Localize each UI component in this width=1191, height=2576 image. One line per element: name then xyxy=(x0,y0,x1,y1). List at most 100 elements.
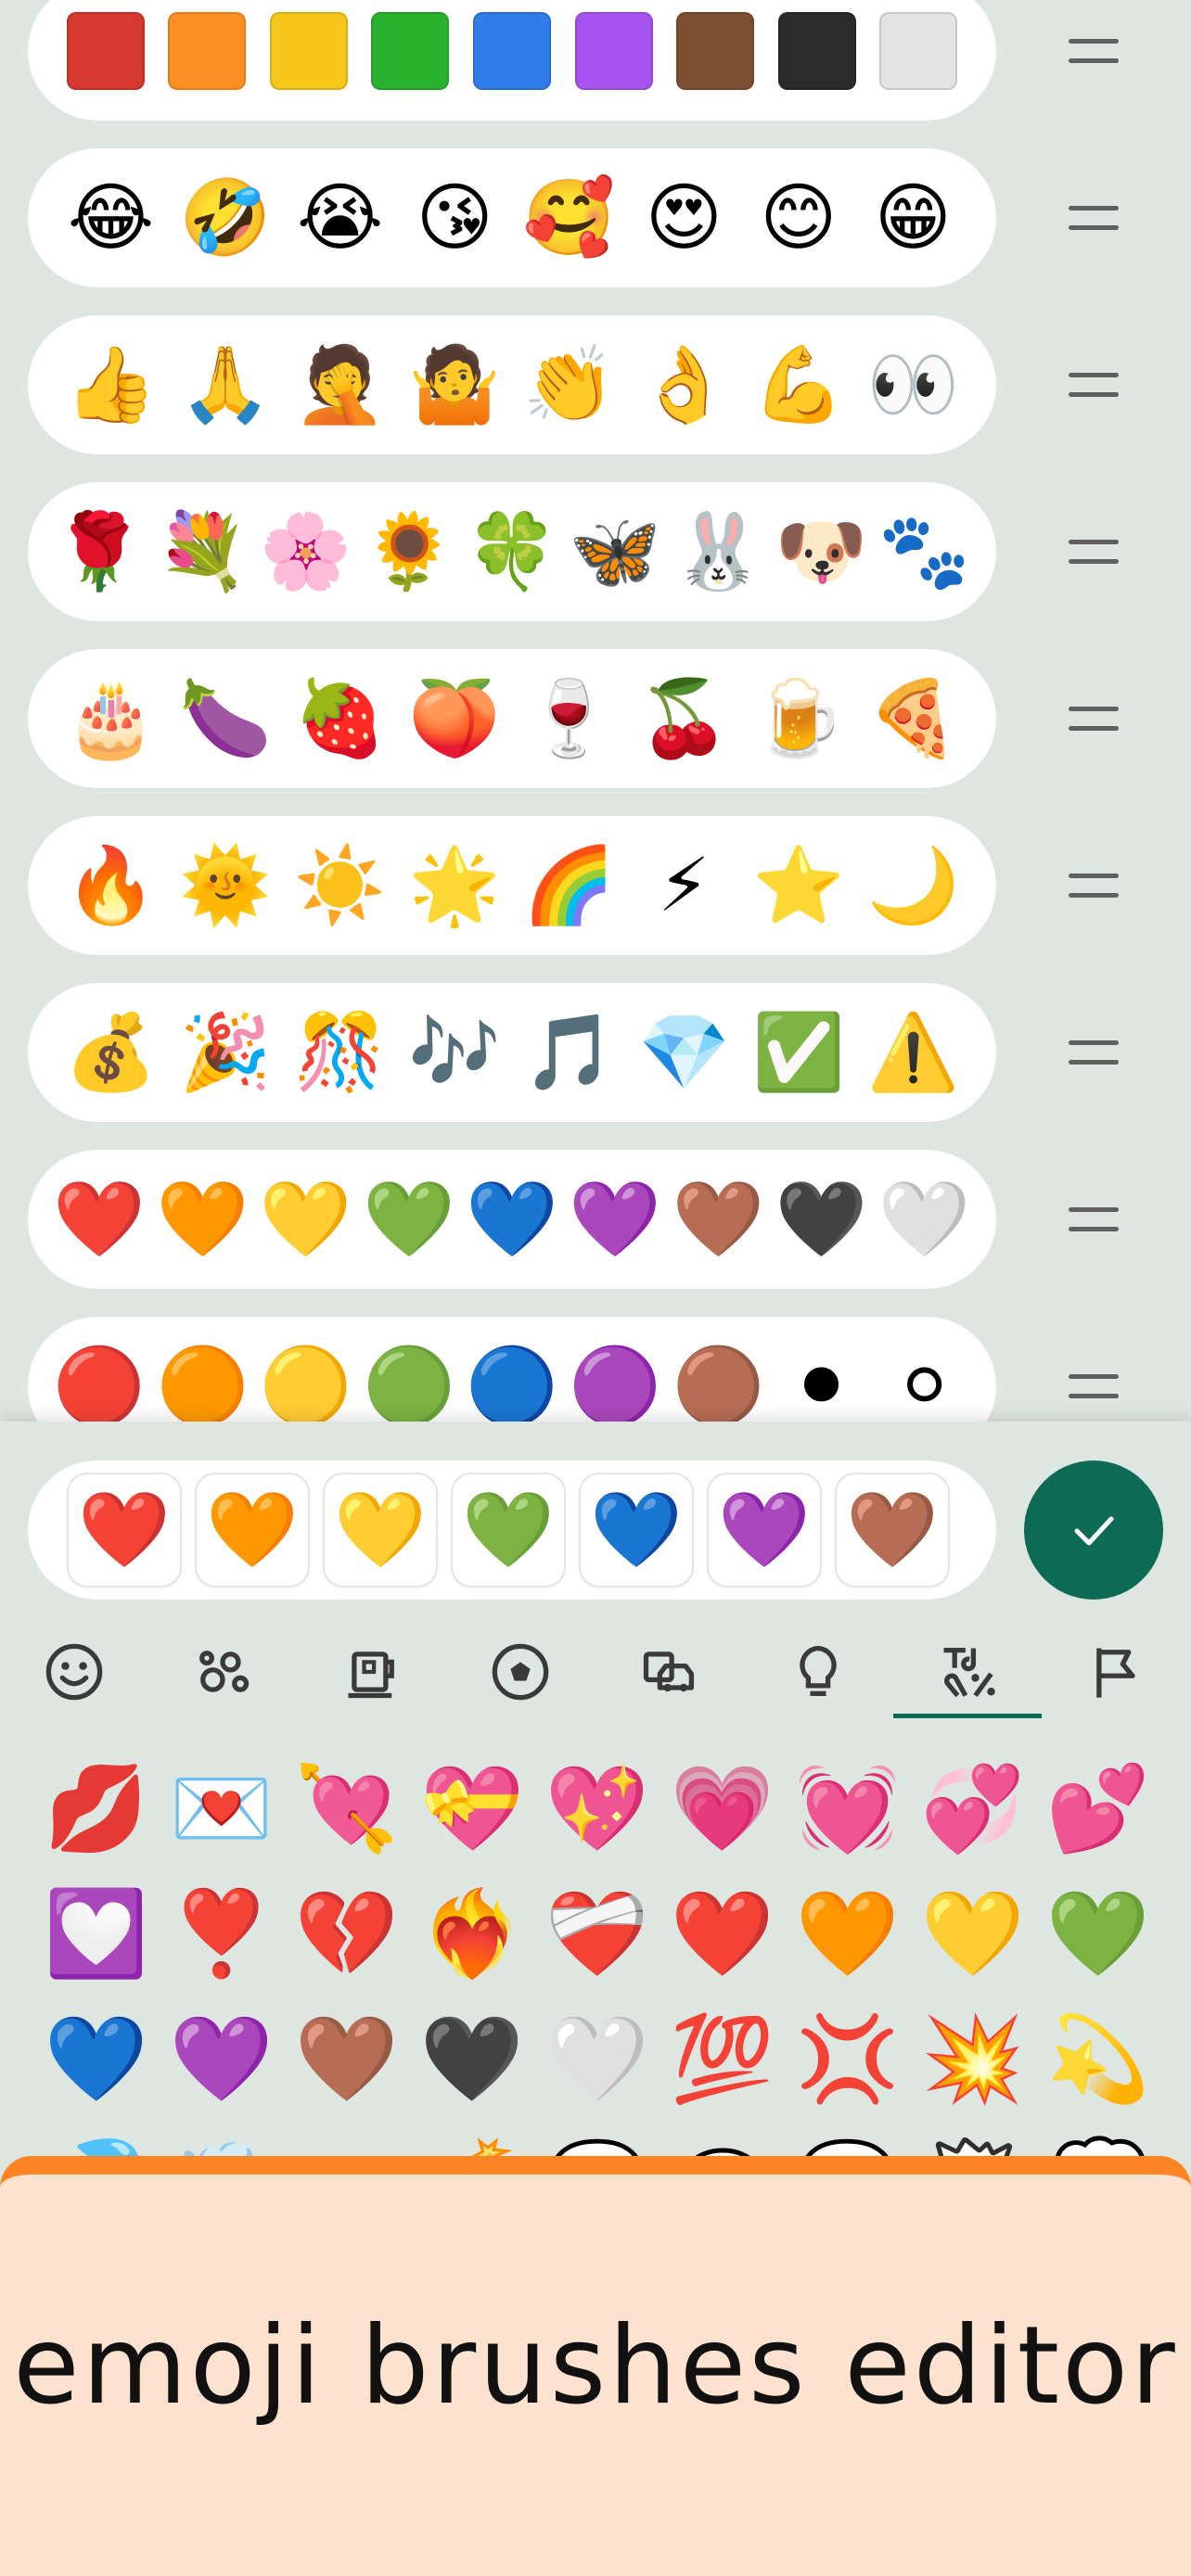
emoji-grid-item[interactable]: 💚 xyxy=(1035,1871,1160,1996)
brush-palette-row[interactable]: 💰 🎉 🎊 🎶 🎵 💎 ✅ ⚠️ xyxy=(28,983,996,1122)
emoji-grid-item[interactable]: ❤️‍🩹 xyxy=(534,1871,660,1996)
emoji-grid-item[interactable]: 🧡 xyxy=(785,1871,910,1996)
tab-smileys[interactable] xyxy=(0,1626,148,1718)
color-swatch xyxy=(66,12,145,90)
drag-handle-icon[interactable] xyxy=(1069,39,1119,63)
selected-emoji-chip[interactable]: 💙 xyxy=(581,1474,692,1586)
emoji-grid-item[interactable]: 💥 xyxy=(910,1996,1035,2122)
emoji-grid-item[interactable]: 🤎 xyxy=(284,1996,409,2122)
drag-handle-icon[interactable] xyxy=(1069,1207,1119,1231)
emoji-grid-item[interactable]: 💙 xyxy=(33,1996,159,2122)
palette-emoji: 🟢 xyxy=(362,1343,455,1429)
emoji-grid-item[interactable]: 💞 xyxy=(910,1746,1035,1871)
emoji-grid-item[interactable]: 💛 xyxy=(910,1871,1035,1996)
emoji-grid-item[interactable]: 💓 xyxy=(785,1746,910,1871)
palette-emoji: 💚 xyxy=(362,1176,455,1262)
drag-handle-icon[interactable] xyxy=(1069,373,1119,397)
palette-emoji: 🖤 xyxy=(775,1176,868,1262)
selected-emoji-chip[interactable]: 🤎 xyxy=(837,1474,948,1586)
emoji-grid-item[interactable]: 💔 xyxy=(284,1871,409,1996)
tab-activities[interactable] xyxy=(446,1626,595,1718)
brush-palette-row[interactable]: ❤️ 🧡 💛 💚 💙 💜 🤎 🖤 🤍 xyxy=(28,1150,996,1289)
palette-emoji: ❤️ xyxy=(53,1176,146,1262)
palette-emoji: 👍 xyxy=(64,341,158,427)
emoji-grid-item[interactable]: ❤️ xyxy=(660,1871,785,1996)
palette-emoji: 🟠 xyxy=(156,1343,250,1429)
drag-handle-icon[interactable] xyxy=(1069,874,1119,898)
color-swatch xyxy=(371,12,450,90)
emoji-grid-item[interactable]: 💯 xyxy=(660,1996,785,2122)
palette-emoji: 🌟 xyxy=(408,842,501,928)
palette-emoji: 🟤 xyxy=(672,1343,765,1429)
tab-travel[interactable] xyxy=(596,1626,744,1718)
emoji-grid-item[interactable]: 💟 xyxy=(33,1871,159,1996)
palette-emoji: ⭐ xyxy=(752,842,845,928)
palette-emoji: 💛 xyxy=(259,1176,352,1262)
palette-emoji: 🌹 xyxy=(53,508,146,594)
brush-palette-row[interactable]: 🔥 🌞 ☀️ 🌟 🌈 ⚡ ⭐ 🌙 xyxy=(28,816,996,955)
palette-emoji: 💪 xyxy=(752,341,845,427)
tab-animals[interactable] xyxy=(148,1626,297,1718)
emoji-grid-item[interactable]: 💌 xyxy=(159,1746,284,1871)
emoji-grid-item[interactable]: ❣️ xyxy=(159,1871,284,1996)
palette-emoji: 👀 xyxy=(866,341,960,427)
emoji-grid-item[interactable]: 💝 xyxy=(409,1746,534,1871)
bulb-icon xyxy=(800,1645,837,1697)
drag-handle-icon[interactable] xyxy=(1069,1040,1119,1065)
palette-emoji: 🔵 xyxy=(466,1343,558,1429)
palette-emoji: 🍓 xyxy=(293,675,387,761)
palette-emoji: 🌈 xyxy=(522,842,616,928)
tab-flags[interactable] xyxy=(1043,1626,1191,1718)
emoji-grid-item[interactable]: ❤️‍🔥 xyxy=(409,1871,534,1996)
emoji-grid-item[interactable]: 💘 xyxy=(284,1746,409,1871)
drag-handle-icon[interactable] xyxy=(1069,540,1119,564)
brush-palette-row[interactable] xyxy=(28,0,996,121)
palette-emoji: 🎊 xyxy=(293,1009,387,1095)
palette-emoji: 🤷 xyxy=(408,341,501,427)
emoji-grid-item[interactable]: 💋 xyxy=(33,1746,159,1871)
palette-emoji: 😊 xyxy=(760,174,838,261)
palette-emoji: 🔴 xyxy=(53,1343,146,1429)
palette-emoji: ☀️ xyxy=(293,842,387,928)
palette-emoji: 🤣 xyxy=(179,174,272,261)
palette-emoji: 🧡 xyxy=(156,1176,250,1262)
brush-palette-row[interactable]: 👍 🙏 🤦 🤷 👏 👌 💪 👀 xyxy=(28,315,996,454)
emoji-grid-item[interactable]: 🤍 xyxy=(534,1996,660,2122)
selected-emoji-chip[interactable]: 💜 xyxy=(709,1474,820,1586)
tab-objects[interactable] xyxy=(744,1626,892,1718)
emoji-grid-item[interactable]: 💜 xyxy=(159,1996,284,2122)
brush-palette-row[interactable]: 🎂 🍆 🍓 🍑 🍷 🍒 🍺 🍕 xyxy=(28,649,996,788)
emoji-grid-item[interactable]: 💫 xyxy=(1035,1996,1160,2122)
drag-handle-icon[interactable] xyxy=(1069,206,1119,230)
palette-emoji: 💙 xyxy=(466,1176,558,1262)
emoji-grid-item[interactable]: 🖤 xyxy=(409,1996,534,2122)
selected-emoji-chip[interactable]: 💚 xyxy=(453,1474,564,1586)
selected-emoji-chip[interactable]: ❤️ xyxy=(69,1474,180,1586)
palette-emoji: 😍 xyxy=(645,174,723,261)
emoji-grid-item[interactable]: 💗 xyxy=(660,1746,785,1871)
emoji-grid-item[interactable]: 💕 xyxy=(1035,1746,1160,1871)
tab-food[interactable] xyxy=(298,1626,446,1718)
palette-emoji: 🎂 xyxy=(64,675,158,761)
emoji-grid-item[interactable]: 💖 xyxy=(534,1746,660,1871)
selected-emoji-chip[interactable]: 🧡 xyxy=(197,1474,308,1586)
palette-emoji: 🍆 xyxy=(179,675,272,761)
emoji-grid-item[interactable]: 💢 xyxy=(785,1996,910,2122)
drag-handle-icon[interactable] xyxy=(1069,707,1119,731)
drag-handle-icon[interactable] xyxy=(1069,1374,1119,1398)
checkmark-icon xyxy=(1074,1516,1114,1546)
selected-emoji-chip[interactable]: 💛 xyxy=(325,1474,436,1586)
selected-brush-bar: ❤️ 🧡 💛 💚 💙 💜 🤎 xyxy=(28,1460,996,1600)
confirm-button[interactable] xyxy=(1024,1460,1163,1600)
brush-palette-row[interactable]: 😂 🤣 😭 😘 🥰 😍 😊 😁 xyxy=(28,148,996,287)
palette-emoji: 🦋 xyxy=(569,508,661,594)
palette-emoji: 🍑 xyxy=(408,675,501,761)
car-icon xyxy=(643,1651,695,1692)
palette-emoji: 🎉 xyxy=(179,1009,272,1095)
tab-symbols[interactable] xyxy=(893,1626,1042,1718)
palette-emoji: ⚠️ xyxy=(866,1009,960,1095)
brush-palette-row[interactable]: 🌹 💐 🌸 🌻 🍀 🦋 🐰 🐶 🐾 xyxy=(28,482,996,621)
palette-emoji: 🍷 xyxy=(522,675,616,761)
palette-emoji: 🐶 xyxy=(775,508,868,594)
color-swatch xyxy=(777,12,856,90)
